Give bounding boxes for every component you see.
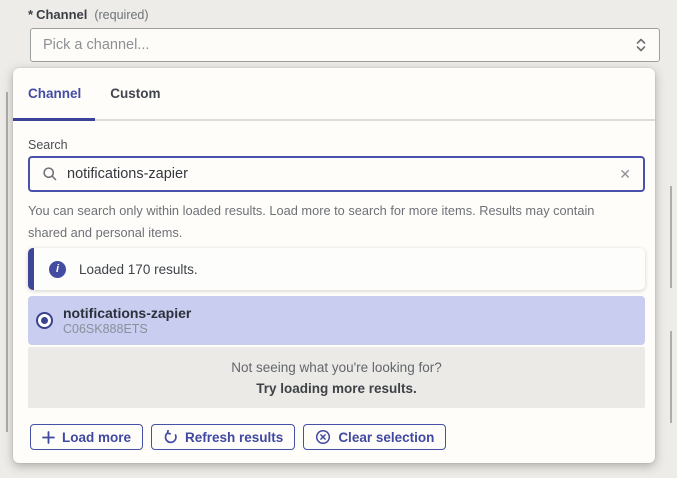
option-text: notifications-zapier C06SK888ETS: [63, 305, 191, 336]
underlying-form-edge: [670, 186, 672, 288]
tab-channel-label: Channel: [28, 86, 81, 101]
results-hint: Not seeing what you're looking for? Try …: [28, 347, 645, 408]
alert-accent-bar: [28, 248, 34, 290]
channel-select[interactable]: Pick a channel...: [30, 28, 660, 62]
tab-custom[interactable]: Custom: [95, 68, 175, 119]
search-label: Search: [28, 138, 68, 152]
required-marker: *: [28, 7, 33, 22]
clear-search-icon[interactable]: ✕: [619, 167, 631, 181]
tab-custom-label: Custom: [110, 86, 160, 101]
field-label-text: Channel: [36, 7, 87, 22]
search-icon: [42, 166, 58, 182]
underlying-form-edge: [6, 92, 8, 432]
load-more-label: Load more: [62, 430, 131, 445]
underlying-form-edge: [670, 331, 672, 423]
tab-channel[interactable]: Channel: [13, 68, 95, 119]
required-note: (required): [94, 8, 148, 22]
action-button-row: Load more Refresh results: [30, 424, 446, 450]
hint-line2: Try loading more results.: [256, 378, 417, 399]
search-field: ✕: [28, 156, 645, 192]
info-icon: i: [49, 261, 66, 278]
refresh-results-button[interactable]: Refresh results: [151, 424, 295, 450]
plus-icon: [42, 431, 55, 444]
alert-text: Loaded 170 results.: [79, 262, 198, 277]
load-more-button[interactable]: Load more: [30, 424, 143, 450]
channel-picker-screen: *Channel(required) Pick a channel... Cha…: [0, 0, 677, 478]
hint-line1: Not seeing what you're looking for?: [231, 357, 441, 378]
select-placeholder: Pick a channel...: [43, 37, 149, 53]
clear-selection-label: Clear selection: [338, 430, 434, 445]
refresh-results-label: Refresh results: [185, 430, 283, 445]
channel-dropdown-panel: Channel Custom Search ✕ You can search o…: [13, 68, 655, 463]
channel-option-selected[interactable]: notifications-zapier C06SK888ETS: [28, 296, 645, 345]
option-subtitle: C06SK888ETS: [63, 322, 191, 336]
clear-selection-button[interactable]: Clear selection: [303, 424, 446, 450]
clear-circle-icon: [315, 429, 331, 445]
search-help-text: You can search only within loaded result…: [28, 200, 628, 244]
search-input[interactable]: [67, 166, 610, 182]
select-chevron-icon: [635, 37, 647, 53]
tab-bar: Channel Custom: [13, 68, 655, 121]
refresh-icon: [163, 430, 178, 445]
channel-field-label: *Channel (required): [28, 7, 149, 22]
info-alert: i Loaded 170 results.: [28, 248, 645, 290]
radio-dot: [41, 317, 48, 324]
radio-button-selected[interactable]: [36, 312, 53, 329]
option-title: notifications-zapier: [63, 305, 191, 321]
